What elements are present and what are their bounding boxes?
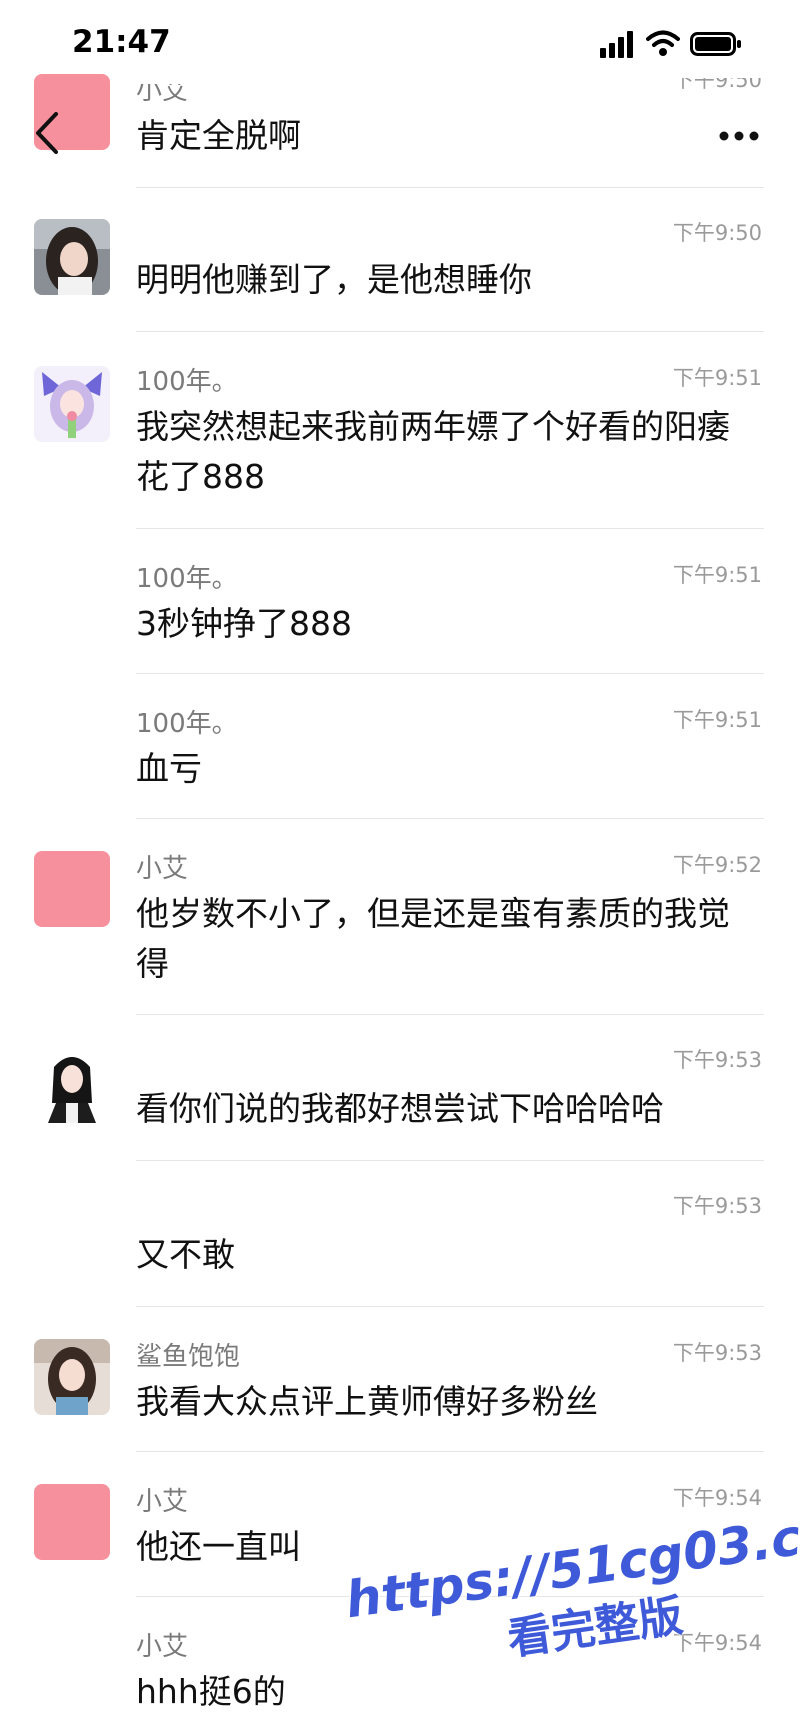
message-text: 看你们说的我都好想尝试下哈哈哈哈 [136, 1089, 664, 1128]
divider [136, 1160, 764, 1161]
butterfly-girl-avatar-icon [34, 366, 110, 442]
sender-name: 100年。 [136, 709, 238, 739]
back-button[interactable] [32, 110, 62, 156]
avatar[interactable] [34, 1484, 110, 1560]
avatar[interactable] [34, 1339, 110, 1415]
message-text: 我突然想起来我前两年嫖了个好看的阳痿花了888 [136, 407, 730, 496]
sender-name: 小艾 [136, 1487, 189, 1517]
message-text: 3秒钟挣了888 [136, 604, 352, 643]
woman-photo-avatar-icon [34, 219, 110, 295]
sender-name: 100年。 [136, 367, 238, 397]
avatar[interactable] [34, 219, 110, 295]
message-time: 下午9:51 [672, 708, 762, 732]
message-text: 他岁数不小了，但是还是蛮有素质的我觉得 [136, 894, 730, 983]
message-time: 下午9:50 [672, 221, 762, 245]
sender-name: 100年。 [136, 564, 238, 594]
message-text: 我看大众点评上黄师傅好多粉丝 [136, 1382, 598, 1421]
divider [136, 1451, 764, 1452]
divider [136, 818, 764, 819]
avatar[interactable] [34, 1047, 110, 1123]
girl-photo-avatar-icon [34, 1339, 110, 1415]
message-time: 下午9:53 [672, 1341, 762, 1365]
message-time: 下午9:54 [672, 1486, 762, 1510]
more-options-button[interactable] [718, 127, 760, 141]
divider [136, 331, 764, 332]
sender-name: 小艾 [136, 1632, 189, 1662]
message-time: 下午9:53 [672, 1048, 762, 1072]
divider [136, 528, 764, 529]
message-text: 明明他赚到了，是他想睡你 [136, 260, 532, 299]
message-time: 下午9:51 [672, 563, 762, 587]
message-text: 又不敢 [136, 1235, 235, 1274]
divider [136, 1306, 764, 1307]
chat-message-list[interactable]: 小艾 下午9:50 肯定全脱啊 下午9:50 明明他赚到了，是他想睡你 100年… [0, 0, 800, 1733]
divider [136, 187, 764, 188]
more-dots-icon [719, 131, 759, 141]
sender-name: 鲨鱼饱饱 [136, 1342, 241, 1372]
chevron-left-icon [36, 112, 58, 154]
cartoon-girl-avatar-icon [34, 1047, 110, 1123]
message-text: 肯定全脱啊 [136, 116, 301, 155]
message-time: 下午9:50 [672, 68, 762, 92]
sender-name: 小艾 [136, 854, 189, 884]
avatar[interactable] [34, 851, 110, 927]
message-time: 下午9:52 [672, 853, 762, 877]
divider [136, 673, 764, 674]
sender-name: 小艾 [136, 76, 189, 106]
avatar[interactable] [34, 366, 110, 442]
message-time: 下午9:51 [672, 366, 762, 390]
divider [136, 1014, 764, 1015]
message-text: 血亏 [136, 749, 202, 788]
message-time: 下午9:53 [672, 1194, 762, 1218]
